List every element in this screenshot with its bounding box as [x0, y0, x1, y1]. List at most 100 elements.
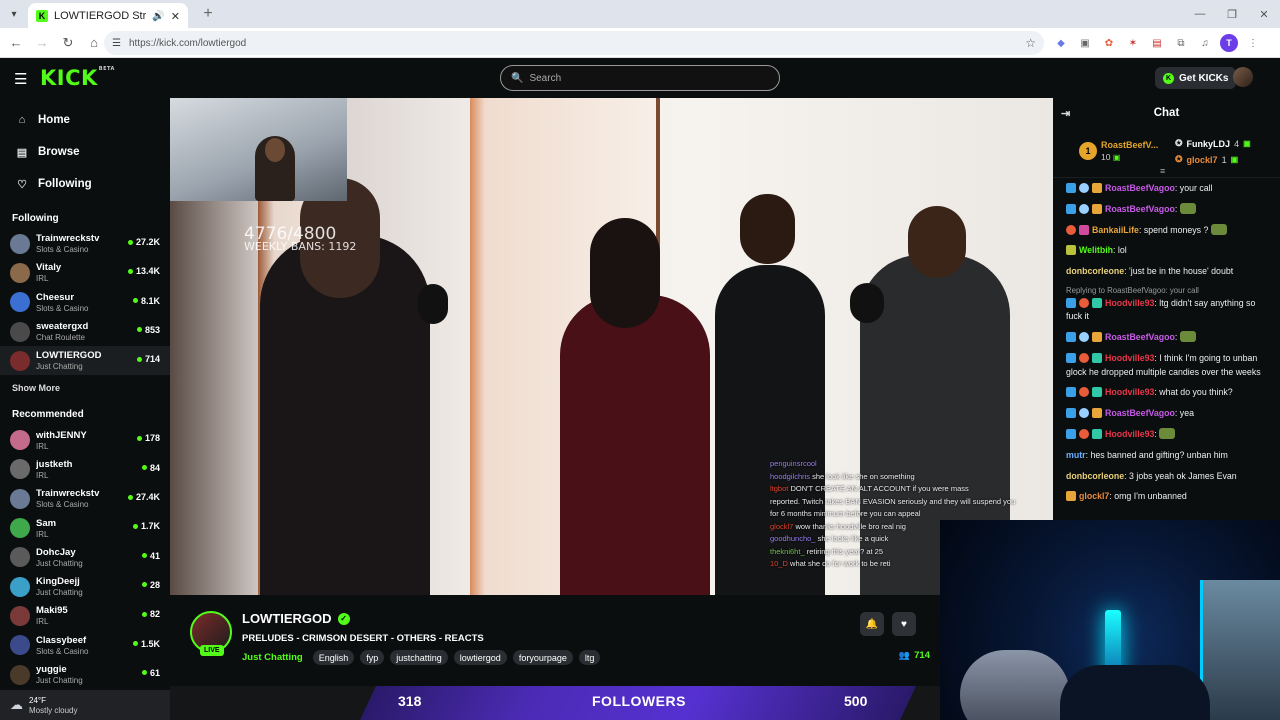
sidebar-channel[interactable]: Sam IRL 1.7K: [0, 513, 170, 542]
chat-message[interactable]: RoastBeefVagoo:: [1066, 331, 1272, 345]
sidebar-channel[interactable]: Classybeef Slots & Casino 1.5K: [0, 631, 170, 660]
forward-icon[interactable]: →: [30, 31, 54, 55]
tag-pill[interactable]: justchatting: [390, 650, 448, 665]
show-more-link[interactable]: Show More: [0, 383, 170, 393]
sidebar-channel[interactable]: yuggie Just Chatting 61: [0, 660, 170, 689]
chat-message[interactable]: mutr: hes banned and gifting? unban him: [1066, 449, 1272, 463]
hamburger-menu-icon[interactable]: ☰: [14, 70, 27, 88]
sidebar-channel[interactable]: Cheesur Slots & Casino 8.1K: [0, 288, 170, 317]
sidebar-channel[interactable]: Trainwreckstv Slots & Casino 27.2K: [0, 229, 170, 258]
home-browser-icon[interactable]: ⌂: [82, 31, 106, 55]
speaker-icon[interactable]: 🔊: [152, 11, 164, 22]
nav-following[interactable]: ♡ Following: [0, 168, 170, 200]
menu-dots-icon[interactable]: ⋮: [1244, 34, 1262, 52]
chat-message[interactable]: Welitbih: lol: [1066, 244, 1272, 258]
user-avatar[interactable]: [1233, 67, 1253, 87]
chat-username[interactable]: glockl7: [1079, 491, 1109, 501]
sidebar-channel[interactable]: sweatergxd Chat Roulette 853: [0, 317, 170, 346]
chat-username[interactable]: Hoodville93: [1105, 353, 1154, 363]
site-header: ☰ KICKBETA 🔍 Search K Get KICKs: [0, 58, 1280, 98]
nav-home[interactable]: ⌂ Home: [0, 104, 170, 136]
chat-message[interactable]: Hoodville93: what do you think?: [1066, 386, 1272, 400]
reload-icon[interactable]: ↻: [56, 31, 80, 55]
tag-pill[interactable]: ltg: [578, 650, 601, 665]
chat-badge-icon: [1079, 297, 1089, 308]
chat-username[interactable]: donbcorleone: [1066, 266, 1124, 276]
extension-icon[interactable]: ✶: [1124, 34, 1142, 52]
sidebar-channel[interactable]: KingDeejj Just Chatting 28: [0, 572, 170, 601]
profile-avatar[interactable]: T: [1220, 34, 1238, 52]
nav-browse[interactable]: ▤ Browse: [0, 136, 170, 168]
extension-icon[interactable]: ✿: [1100, 34, 1118, 52]
resize-handle-icon[interactable]: ≡: [1160, 166, 1165, 176]
chat-username[interactable]: Hoodville93: [1105, 298, 1154, 308]
category-link[interactable]: Just Chatting: [242, 652, 303, 663]
follow-heart-icon[interactable]: ♥: [892, 612, 916, 636]
video-player[interactable]: 4776/4800 WEEKLY BANS: 1192 penguinsrcoo…: [170, 98, 1053, 595]
sidebar-channel[interactable]: Maki95 IRL 82: [0, 601, 170, 630]
chat-username[interactable]: donbcorleone: [1066, 471, 1124, 481]
chat-username[interactable]: RoastBeefVagoo: [1105, 408, 1175, 418]
channel-name[interactable]: LOWTIERGOD ✓: [242, 611, 350, 626]
close-window-icon[interactable]: ✕: [1248, 0, 1280, 28]
chat-message[interactable]: RoastBeefVagoo:: [1066, 202, 1272, 217]
browse-icon: ▤: [16, 146, 28, 159]
sidebar-channel[interactable]: justketh IRL 84: [0, 455, 170, 484]
close-tab-icon[interactable]: ✕: [171, 10, 180, 23]
site-info-icon[interactable]: ☰: [112, 38, 121, 49]
chat-message[interactable]: Hoodville93:: [1066, 427, 1272, 442]
chat-message[interactable]: glockl7: omg I'm unbanned: [1066, 490, 1272, 504]
chat-message[interactable]: RoastBeefVagoo: your call: [1066, 182, 1272, 196]
chat-badge-icon: [1092, 353, 1102, 364]
media-icon[interactable]: ♫: [1196, 34, 1214, 52]
tag-pill[interactable]: lowtiergod: [453, 650, 507, 665]
tab-search-icon[interactable]: ▾: [0, 0, 28, 28]
notification-bell-icon[interactable]: 🔔: [860, 612, 884, 636]
sidebar-channel[interactable]: withJENNY IRL 178: [0, 425, 170, 454]
chat-username[interactable]: mutr: [1066, 450, 1086, 460]
extension-icon[interactable]: ◆: [1052, 34, 1070, 52]
leaderboard-first-name[interactable]: RoastBeefV...: [1101, 140, 1158, 150]
heart-icon: ♡: [17, 178, 27, 191]
collapse-chat-icon[interactable]: ⇥: [1061, 107, 1070, 120]
get-kicks-button[interactable]: K Get KICKs: [1155, 67, 1237, 89]
chat-username[interactable]: Hoodville93: [1105, 387, 1154, 397]
minimize-icon[interactable]: —: [1184, 0, 1216, 28]
search-input[interactable]: 🔍 Search: [500, 65, 780, 91]
chat-username[interactable]: Welitbih: [1079, 245, 1113, 255]
leaderboard-third[interactable]: ✪ glockl7 1 ▣: [1175, 154, 1238, 165]
extension-icon[interactable]: ▤: [1148, 34, 1166, 52]
chat-message[interactable]: donbcorleone: 'just be in the house' dou…: [1066, 265, 1272, 279]
chat-message[interactable]: RoastBeefVagoo: yea: [1066, 407, 1272, 421]
sidebar-channel[interactable]: Trainwreckstv Slots & Casino 27.4K: [0, 484, 170, 513]
chat-username[interactable]: BankaiiLife: [1092, 225, 1139, 235]
url-field[interactable]: ☰ https://kick.com/lowtiergod ☆: [104, 31, 1044, 55]
tag-pill[interactable]: foryourpage: [512, 650, 573, 665]
chat-message[interactable]: Hoodville93: I think I'm going to unban …: [1066, 352, 1272, 379]
chat-message[interactable]: Hoodville93: ltg didn't say anything so …: [1066, 297, 1272, 324]
sidebar-channel[interactable]: Vitaly IRL 13.4K: [0, 258, 170, 287]
sidebar-channel[interactable]: DohcJay Just Chatting 41: [0, 543, 170, 572]
bookmark-star-icon[interactable]: ☆: [1025, 36, 1036, 50]
chat-username[interactable]: RoastBeefVagoo: [1105, 204, 1175, 214]
channel-avatar: [10, 233, 30, 254]
chat-message[interactable]: BankaiiLife: spend moneys ?: [1066, 223, 1272, 238]
puzzle-icon[interactable]: ⧉: [1172, 34, 1190, 52]
kick-logo[interactable]: KICKBETA: [40, 66, 115, 90]
taskbar-weather[interactable]: ☁ 24°F Mostly cloudy: [0, 690, 170, 720]
tag-pill[interactable]: English: [312, 650, 355, 665]
browser-tab[interactable]: K LOWTIERGOD Stream - Watch 🔊 ✕: [28, 3, 188, 29]
chat-badge-icon: [1066, 183, 1076, 193]
chat-username[interactable]: RoastBeefVagoo: [1105, 332, 1175, 342]
chat-message[interactable]: donbcorleone: 3 jobs yeah ok James Evan: [1066, 470, 1272, 484]
sidebar-channel[interactable]: LOWTIERGOD Just Chatting 714: [0, 346, 170, 376]
leaderboard-second[interactable]: ✪ FunkyLDJ 4 ▣: [1175, 138, 1251, 149]
chat-username[interactable]: RoastBeefVagoo: [1105, 183, 1175, 193]
restore-icon[interactable]: ❐: [1216, 0, 1248, 28]
new-tab-button[interactable]: +: [198, 4, 218, 24]
chat-username[interactable]: Hoodville93: [1105, 429, 1154, 439]
tag-pill[interactable]: fyp: [360, 650, 385, 665]
chat-badge-icon: [1066, 297, 1076, 308]
extension-icon[interactable]: ▣: [1076, 34, 1094, 52]
back-icon[interactable]: ←: [4, 31, 28, 55]
